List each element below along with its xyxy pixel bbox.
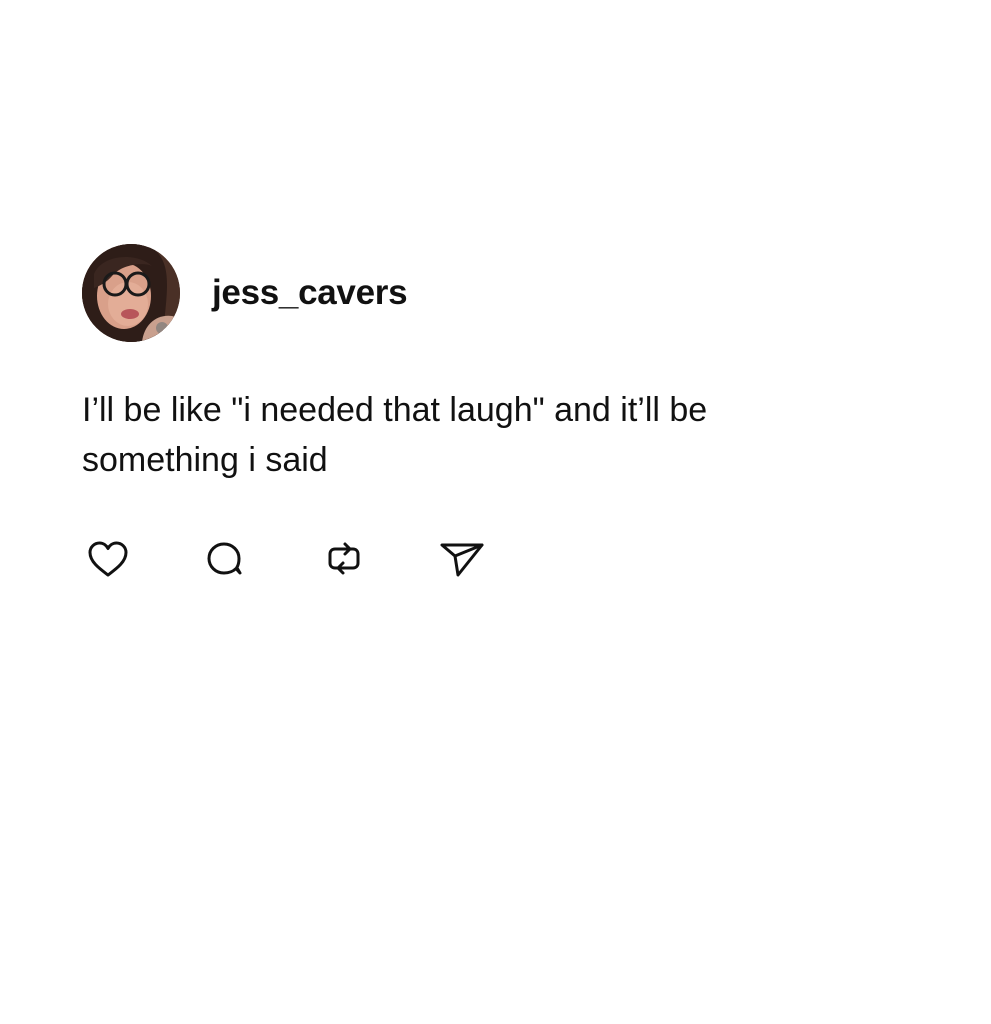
avatar[interactable] bbox=[82, 244, 180, 342]
speech-bubble-icon bbox=[207, 542, 242, 575]
comment-button[interactable] bbox=[194, 533, 254, 585]
paper-plane-icon bbox=[440, 543, 484, 577]
share-button[interactable] bbox=[432, 533, 492, 585]
repost-button[interactable] bbox=[314, 533, 374, 585]
heart-icon bbox=[88, 541, 128, 577]
like-button[interactable] bbox=[78, 533, 138, 585]
repost-arrows-icon bbox=[328, 542, 360, 575]
username[interactable]: jess_cavers bbox=[212, 273, 408, 313]
action-bar bbox=[82, 533, 492, 585]
avatar-image bbox=[82, 244, 180, 342]
post-header: jess_cavers bbox=[82, 243, 942, 343]
post-text: I’ll be like "i needed that laugh" and i… bbox=[82, 391, 708, 479]
post-card: jess_cavers I’ll be like "i needed that … bbox=[82, 243, 942, 577]
